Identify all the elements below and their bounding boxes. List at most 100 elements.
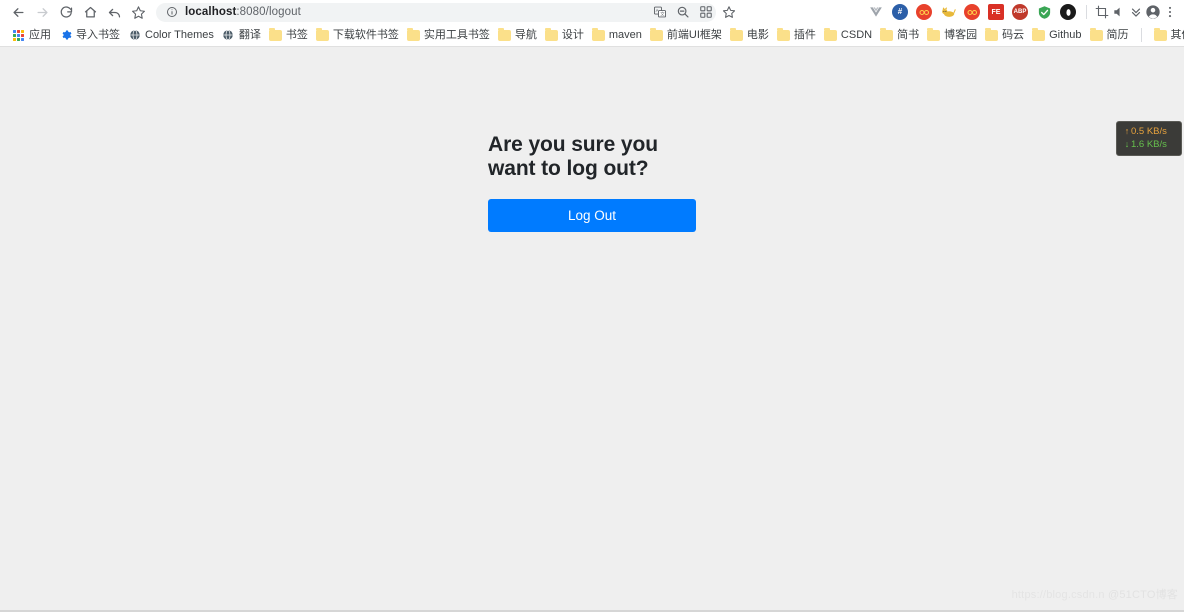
mute-speaker-icon[interactable] [1110, 4, 1127, 21]
browser-chrome: localhost:8080/logout A 文 # FE ABP 应用 导入… [0, 0, 1184, 47]
infinity-red-extension-icon[interactable] [964, 4, 980, 20]
profile-avatar-icon[interactable] [1144, 4, 1161, 21]
fe-extension-icon[interactable]: FE [988, 4, 1004, 20]
bookmark-folder-tools[interactable]: 实用工具书签 [403, 26, 494, 45]
home-button[interactable] [78, 1, 102, 23]
bookmark-item-label: 插件 [793, 28, 816, 41]
bookmarks-bar: 应用 导入书签 Color Themes 翻译 书签 下载软件书签 实用工具书签… [0, 24, 1184, 47]
globe-icon [222, 29, 235, 42]
bookmark-item-color-themes[interactable]: Color Themes [124, 26, 218, 45]
qr-code-icon[interactable] [697, 4, 714, 21]
bookmark-item-label: 书签 [285, 28, 308, 41]
screenshot-crop-icon[interactable] [1093, 4, 1110, 21]
bookmark-item-label: 导入书签 [76, 28, 120, 41]
bookmark-star-icon[interactable] [720, 4, 737, 21]
viewport-bottom-edge [0, 610, 1184, 612]
bookmark-item-label: Color Themes [145, 28, 214, 41]
extension-icons: # FE ABP [740, 4, 1178, 21]
address-bar[interactable]: localhost:8080/logout [156, 2, 716, 22]
bookmark-folder-plugins[interactable]: 插件 [773, 26, 820, 45]
folder-icon [406, 27, 420, 42]
omnibox-actions: A 文 [648, 4, 740, 21]
bookmark-folder-design[interactable]: 设计 [541, 26, 588, 45]
bookmark-folder-shuqian[interactable]: 书签 [265, 26, 312, 45]
bookmark-item-translate[interactable]: 翻译 [218, 26, 265, 45]
globe-icon [128, 29, 141, 42]
back-arrow-icon [13, 7, 23, 17]
bookmark-folder-movies[interactable]: 电影 [726, 26, 773, 45]
home-icon [84, 6, 96, 17]
bookmark-apps-label: 应用 [29, 28, 51, 41]
bookmark-folder-gitee[interactable]: 码云 [981, 26, 1028, 45]
back-button[interactable] [6, 1, 30, 23]
undo-button[interactable] [102, 1, 126, 23]
info-circle-icon[interactable] [165, 6, 178, 19]
adguard-shield-icon[interactable] [1036, 4, 1052, 20]
bookmark-folder-nav[interactable]: 导航 [494, 26, 541, 45]
bookmark-item-label: 电影 [746, 28, 769, 41]
bookmark-item-label: 前端UI框架 [666, 28, 722, 41]
folder-icon [544, 27, 558, 42]
gear-icon [59, 29, 72, 42]
bookmark-item-label: CSDN [840, 28, 873, 41]
upload-speed-value: 0.5 KB/s [1131, 126, 1167, 137]
bookmark-folder-download[interactable]: 下载软件书签 [312, 26, 403, 45]
bookmark-item-label: 翻译 [238, 28, 261, 41]
watermark-badge: @51CTO博客 [1107, 589, 1178, 601]
translate-icon[interactable]: A 文 [651, 4, 668, 21]
zoom-out-icon[interactable] [674, 4, 691, 21]
bookmark-apps[interactable]: 应用 [8, 26, 55, 45]
network-speed-widget[interactable]: ↑ 0.5 KB/s ↓ 1.6 KB/s [1116, 121, 1182, 156]
bookmark-folder-jianshu[interactable]: 简书 [876, 26, 923, 45]
upload-arrow-icon: ↑ [1124, 126, 1130, 136]
bookmark-folder-csdn[interactable]: CSDN [820, 26, 876, 45]
log-out-button[interactable]: Log Out [488, 199, 696, 232]
download-speed-value: 1.6 KB/s [1131, 139, 1167, 150]
bookmark-folder-maven[interactable]: maven [588, 26, 646, 45]
more-menu-icon[interactable] [1161, 4, 1178, 21]
bookmark-star-button[interactable] [126, 1, 150, 23]
reload-icon [60, 5, 72, 18]
bookmarks-divider [1140, 28, 1142, 42]
bookmark-item-import[interactable]: 导入书签 [55, 26, 124, 45]
other-bookmarks-label: 其他书签 [1170, 28, 1184, 41]
watermark: https://blog.csdn.n @51CTO博客 [1012, 586, 1178, 602]
infinity-extension-icon[interactable] [916, 4, 932, 20]
cat-extension-icon[interactable] [940, 4, 956, 20]
bookmark-item-label: Github [1049, 28, 1082, 41]
browser-toolbar: localhost:8080/logout A 文 # FE ABP [0, 0, 1184, 24]
bookmark-other-bookmarks[interactable]: 其他书签 [1150, 26, 1184, 45]
bookmark-item-label: 下载软件书签 [332, 28, 399, 41]
watermark-url: https://blog.csdn.n [1011, 589, 1105, 601]
address-bar-url: localhost:8080/logout [185, 3, 301, 22]
undo-arrow-icon [108, 8, 120, 17]
adblock-plus-icon[interactable]: ABP [1012, 4, 1028, 20]
network-upload-row: ↑ 0.5 KB/s [1123, 125, 1175, 138]
bookmark-folder-resume[interactable]: 简历 [1086, 26, 1133, 45]
folder-icon [315, 27, 329, 42]
forward-arrow-icon [37, 7, 47, 17]
bookmark-folder-frontend-ui[interactable]: 前端UI框架 [646, 26, 726, 45]
page-viewport: Are you sure you want to log out? Log Ou… [0, 47, 1184, 612]
bookmark-item-label: 导航 [514, 28, 537, 41]
vue-devtools-icon[interactable] [868, 4, 884, 20]
forward-button[interactable] [30, 1, 54, 23]
folder-icon [497, 27, 511, 42]
hash-extension-icon[interactable]: # [892, 4, 908, 20]
network-download-row: ↓ 1.6 KB/s [1123, 138, 1175, 151]
reload-button[interactable] [54, 1, 78, 23]
folder-icon [729, 27, 743, 42]
folder-icon [985, 27, 999, 42]
folder-icon [880, 27, 894, 42]
toolbar-divider [1086, 5, 1087, 19]
bookmark-folder-cnblogs[interactable]: 博客园 [923, 26, 981, 45]
bookmark-folder-github[interactable]: Github [1028, 26, 1085, 45]
bookmark-item-label: 码云 [1002, 28, 1025, 41]
folder-icon [591, 27, 605, 42]
chevrons-down-icon[interactable] [1127, 4, 1144, 21]
logout-confirmation-block: Are you sure you want to log out? Log Ou… [488, 133, 696, 232]
folder-icon [823, 27, 837, 42]
opera-extension-icon[interactable] [1060, 4, 1076, 20]
folder-icon [776, 27, 790, 42]
folder-icon [927, 27, 941, 42]
